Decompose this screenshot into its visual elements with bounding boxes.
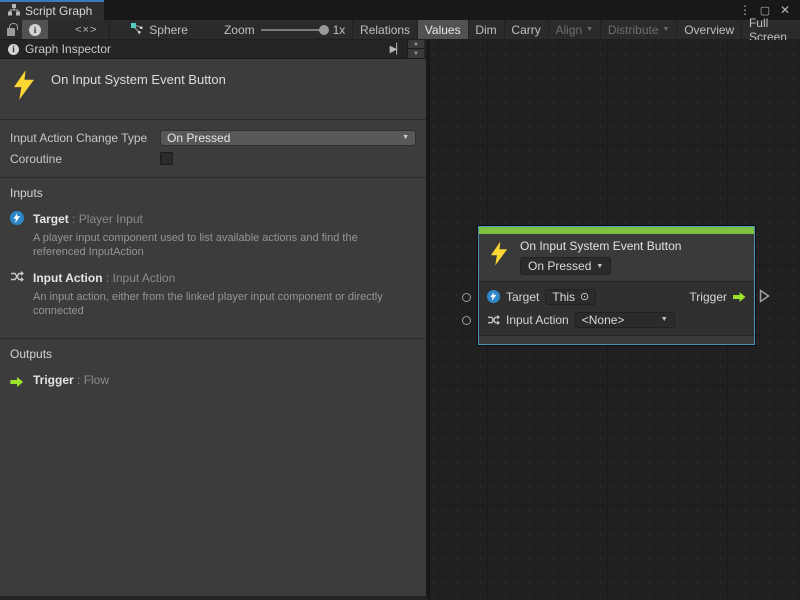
script-graph-window: Script Graph ⋮ ▢ ✕ i <×> Sphere Zoom 1x … <box>0 0 800 600</box>
dock-panel-icon[interactable]: ▶▏ <box>390 44 407 55</box>
event-color-bar <box>479 227 754 234</box>
graph-inspector-title: Graph Inspector <box>25 42 111 56</box>
inputs-section: Inputs Target : Player Input A player in… <box>0 178 426 339</box>
toolbar-separator <box>109 20 110 39</box>
graph-toolbar: i <×> Sphere Zoom 1x Relations Values Di… <box>0 20 800 40</box>
inspect-toggle-button[interactable]: i <box>22 20 48 39</box>
node-mode-dropdown[interactable]: On Pressed ▼ <box>520 257 611 275</box>
graph-inspector-panel: i Graph Inspector ▶▏ ▲ ▼ On Input System… <box>0 40 428 600</box>
node-header[interactable]: On Input System Event Button On Pressed … <box>479 234 754 282</box>
flow-arrow-icon <box>733 292 746 302</box>
toolbar-button-dim[interactable]: Dim <box>468 20 503 39</box>
port-name: Input Action <box>33 271 103 285</box>
event-bolt-icon <box>14 70 35 105</box>
step-up-button[interactable]: ▲ <box>407 40 424 49</box>
trigger-output-port[interactable] <box>759 289 770 308</box>
player-input-icon <box>10 210 25 259</box>
graph-canvas[interactable]: On Input System Event Button On Pressed … <box>430 40 800 600</box>
zoom-label: Zoom <box>217 20 255 39</box>
step-down-button[interactable]: ▼ <box>407 49 424 58</box>
input-action-icon <box>487 314 500 326</box>
chevron-down-icon: ▼ <box>402 134 409 141</box>
zoom-value: 1x <box>331 20 353 39</box>
player-input-icon <box>487 290 500 303</box>
outputs-heading: Outputs <box>10 347 416 361</box>
node-row-input-action: Input Action <None> ▼ <box>479 308 754 331</box>
zoom-slider-knob[interactable] <box>319 25 329 35</box>
chevron-down-icon: ▼ <box>661 316 668 323</box>
toolbar-button-overview[interactable]: Overview <box>677 20 741 39</box>
target-input-port[interactable] <box>462 293 471 302</box>
toolbar-button-fullscreen[interactable]: Full Screen <box>742 20 800 39</box>
port-type: : Input Action <box>103 271 176 285</box>
node-title: On Input System Event Button <box>520 239 681 253</box>
port-name: Target <box>33 212 69 226</box>
chevron-down-icon: ▼ <box>663 26 670 33</box>
flow-arrow-icon <box>10 371 25 392</box>
coroutine-checkbox[interactable] <box>160 152 173 165</box>
change-type-dropdown[interactable]: On Pressed ▼ <box>160 130 416 146</box>
tab-label: Script Graph <box>25 4 92 18</box>
lock-button[interactable] <box>0 20 22 39</box>
toolbar-button-distribute[interactable]: Distribute▼ <box>601 20 677 39</box>
inputs-heading: Inputs <box>10 186 416 200</box>
toolbar-button-align[interactable]: Align▼ <box>548 20 600 39</box>
info-icon: i <box>29 24 41 36</box>
unit-header: On Input System Event Button <box>0 59 426 120</box>
input-action-input-port[interactable] <box>462 316 471 325</box>
list-item: Trigger : Flow <box>10 371 416 392</box>
chevron-down-icon: ▼ <box>596 263 603 270</box>
input-action-dropdown[interactable]: <None> ▼ <box>575 312 675 328</box>
toolbar-button-carry[interactable]: Carry <box>504 20 547 39</box>
panel-stepper: ▲ ▼ <box>407 40 424 58</box>
lock-icon <box>7 28 15 36</box>
node-footer <box>479 335 754 344</box>
list-item: Target : Player Input A player input com… <box>10 210 416 259</box>
input-action-icon <box>10 269 25 318</box>
variables-button[interactable]: <×> <box>64 20 109 39</box>
change-type-label: Input Action Change Type <box>10 131 160 145</box>
port-label: Trigger <box>689 290 727 304</box>
port-type: : Player Input <box>69 212 143 226</box>
port-name: Trigger <box>33 373 74 387</box>
node-row-target: Target This ⊙ Trigger <box>479 285 754 308</box>
unit-title: On Input System Event Button <box>51 70 226 87</box>
outputs-section: Outputs Trigger : Flow <box>0 339 426 404</box>
tab-script-graph[interactable]: Script Graph <box>0 0 104 20</box>
port-label: Target <box>506 290 539 304</box>
event-node[interactable]: On Input System Event Button On Pressed … <box>478 226 755 345</box>
unit-fields: Input Action Change Type On Pressed ▼ Co… <box>0 120 426 178</box>
chevron-down-icon: ▼ <box>586 26 593 33</box>
target-this-button[interactable]: This ⊙ <box>545 289 596 305</box>
coroutine-label: Coroutine <box>10 152 160 166</box>
toolbar-button-relations[interactable]: Relations <box>353 20 417 39</box>
graph-hierarchy-icon <box>8 4 20 19</box>
subgraph-icon <box>130 22 143 37</box>
info-icon: i <box>8 44 19 55</box>
list-item: Input Action : Input Action An input act… <box>10 269 416 318</box>
object-picker-icon[interactable]: ⊙ <box>580 290 589 303</box>
graph-inspector-header: i Graph Inspector ▶▏ ▲ ▼ <box>0 40 426 59</box>
tab-bar: Script Graph ⋮ ▢ ✕ <box>0 0 800 20</box>
zoom-slider[interactable] <box>261 29 325 31</box>
port-label: Input Action <box>506 313 569 327</box>
port-description: A player input component used to list av… <box>33 231 411 259</box>
port-description: An input action, either from the linked … <box>33 290 411 318</box>
node-body: Target This ⊙ Trigger Input Action <None… <box>479 282 754 335</box>
port-type: : Flow <box>74 373 109 387</box>
graph-target-button[interactable]: Sphere <box>123 20 195 39</box>
code-icon: <×> <box>75 24 97 36</box>
toolbar-button-values[interactable]: Values <box>418 20 468 39</box>
graph-target-label: Sphere <box>149 23 188 37</box>
event-bolt-icon <box>491 239 508 275</box>
